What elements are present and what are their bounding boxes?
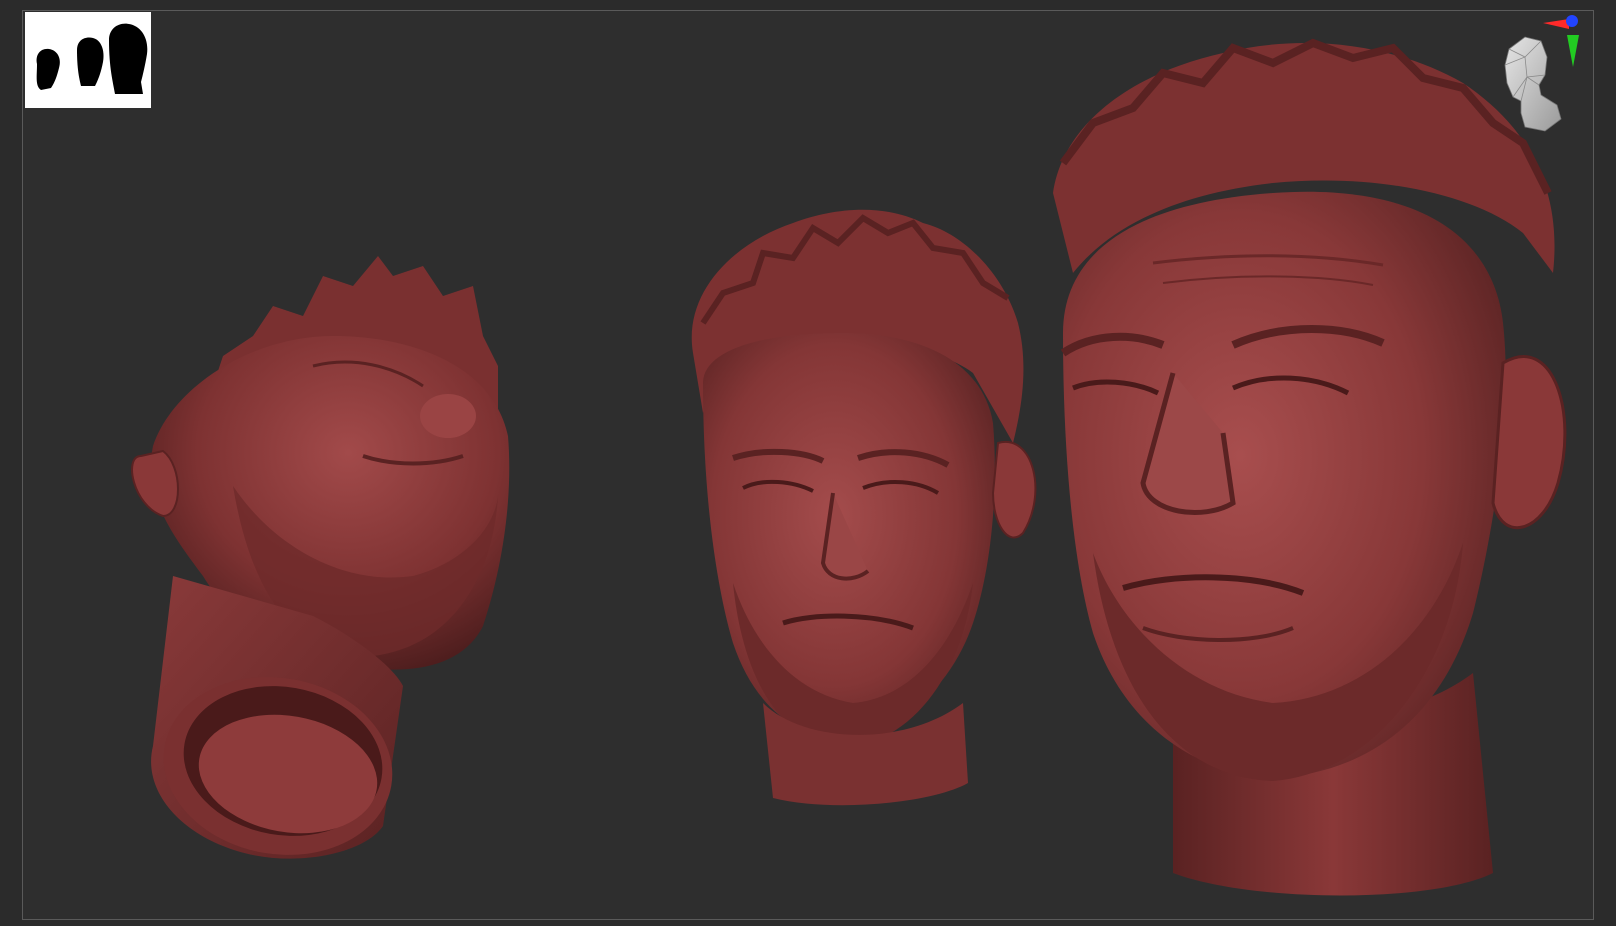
- sculpt-mesh-three-quarter-view: [691, 209, 1037, 806]
- head-bottom-view[interactable]: [113, 246, 513, 891]
- head-closeup-view[interactable]: [1053, 33, 1593, 913]
- sculpt-mesh-bottom-view: [131, 256, 510, 859]
- sculpt-mesh-closeup-view: [1053, 38, 1567, 896]
- silhouette-icon: [36, 23, 148, 94]
- head-three-quarter-view[interactable]: [663, 203, 1063, 833]
- sculpt-viewport[interactable]: [22, 10, 1594, 920]
- silhouette-thumbnail[interactable]: [25, 12, 151, 108]
